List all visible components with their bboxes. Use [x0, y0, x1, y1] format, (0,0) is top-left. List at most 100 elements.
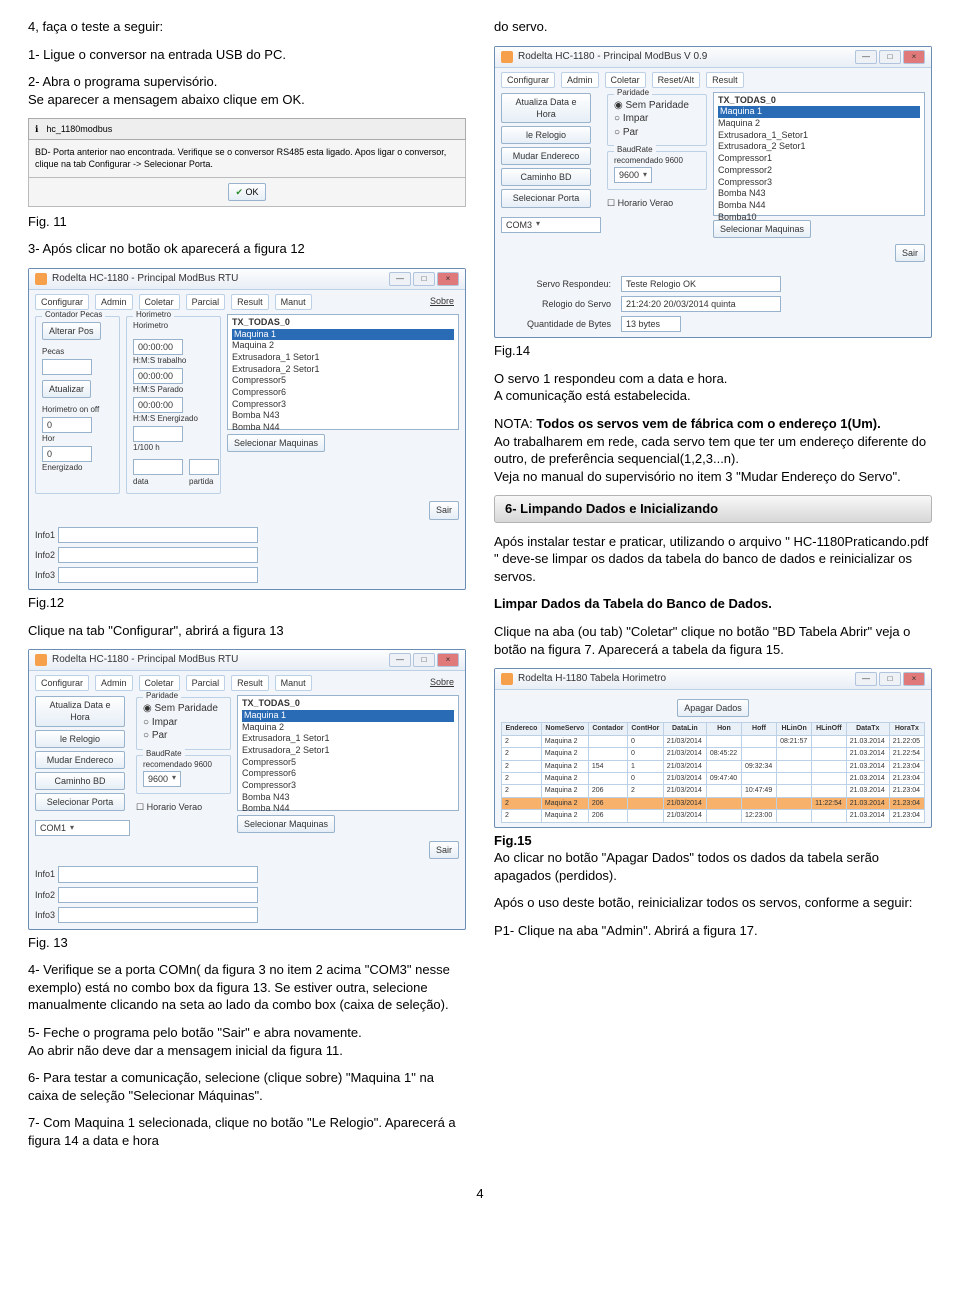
radio-par[interactable]: Par: [614, 126, 700, 140]
tab[interactable]: Admin: [95, 294, 133, 310]
radio-par[interactable]: Par: [143, 729, 224, 743]
table-row[interactable]: 2Maquina 220621/03/201411:22:5421.03.201…: [502, 797, 925, 809]
atualiza-data-button[interactable]: Atualiza Data e Hora: [501, 93, 591, 123]
tab[interactable]: Result: [231, 294, 269, 310]
maximize-icon[interactable]: □: [879, 672, 901, 686]
list-item[interactable]: Compressor3: [718, 177, 920, 189]
tab[interactable]: Coletar: [139, 675, 180, 691]
maximize-icon[interactable]: □: [413, 272, 435, 286]
tab[interactable]: Configurar: [501, 72, 555, 88]
com-dropdown[interactable]: COM1: [35, 820, 130, 836]
tab[interactable]: Result: [706, 72, 744, 88]
list-item[interactable]: Extrusadora_1_Setor1: [718, 130, 920, 142]
radio-impar[interactable]: Impar: [614, 112, 700, 126]
sair-button[interactable]: Sair: [429, 501, 459, 519]
machine-list[interactable]: TX_TODAS_0 Maquina 1 Maquina 2 Extrusado…: [237, 695, 459, 811]
com-dropdown[interactable]: COM3: [501, 217, 601, 233]
selecionar-porta-button[interactable]: Selecionar Porta: [35, 793, 125, 811]
close-icon[interactable]: ×: [903, 672, 925, 686]
list-item[interactable]: Extrusadora_2 Setor1: [718, 141, 920, 153]
list-item[interactable]: Compressor6: [232, 387, 454, 399]
list-item[interactable]: Bomba N44: [232, 422, 454, 434]
list-item[interactable]: Compressor3: [242, 780, 454, 792]
close-icon[interactable]: ×: [903, 50, 925, 64]
table-row[interactable]: 2Maquina 2206221/03/201410:47:4921.03.20…: [502, 785, 925, 797]
list-item[interactable]: Maquina 1: [718, 106, 920, 118]
list-item[interactable]: Maquina 2: [232, 340, 454, 352]
baud-dropdown[interactable]: 9600: [143, 771, 181, 787]
list-item[interactable]: Compressor5: [232, 375, 454, 387]
le-relogio-button[interactable]: le Relogio: [35, 730, 125, 748]
baud-dropdown[interactable]: 9600: [614, 167, 652, 183]
selecionar-maquinas-button[interactable]: Selecionar Maquinas: [227, 434, 325, 452]
apagar-dados-button[interactable]: Apagar Dados: [677, 699, 749, 717]
selecionar-porta-button[interactable]: Selecionar Porta: [501, 189, 591, 207]
tab[interactable]: Coletar: [139, 294, 180, 310]
maximize-icon[interactable]: □: [879, 50, 901, 64]
table-row[interactable]: 2Maquina 2021/03/201409:47:4021.03.20142…: [502, 772, 925, 784]
table-row[interactable]: 2Maquina 2154121/03/201409:32:3421.03.20…: [502, 760, 925, 772]
list-item[interactable]: Bomba N44: [242, 803, 454, 815]
tab[interactable]: Result: [231, 675, 269, 691]
list-item[interactable]: Compressor6: [242, 768, 454, 780]
selecionar-maquinas-button[interactable]: Selecionar Maquinas: [713, 220, 811, 238]
table-row[interactable]: 2Maquina 2021/03/201408:45:2221.03.20142…: [502, 748, 925, 760]
mudar-endereco-button[interactable]: Mudar Endereco: [35, 751, 125, 769]
mudar-endereco-button[interactable]: Mudar Endereco: [501, 147, 591, 165]
sair-button[interactable]: Sair: [429, 841, 459, 859]
tab[interactable]: Coletar: [605, 72, 646, 88]
ok-button[interactable]: ✔ OK: [228, 183, 265, 201]
le-relogio-button[interactable]: le Relogio: [501, 126, 591, 144]
minimize-icon[interactable]: —: [855, 50, 877, 64]
list-item[interactable]: Compressor1: [718, 153, 920, 165]
list-item[interactable]: Maquina 1: [242, 710, 454, 722]
tab[interactable]: Manut: [275, 294, 312, 310]
verao-checkbox[interactable]: Horario Verao: [136, 801, 231, 813]
minimize-icon[interactable]: —: [389, 272, 411, 286]
machine-list[interactable]: TX_TODAS_0 Maquina 1 Maquina 2 Extrusado…: [227, 314, 459, 430]
minimize-icon[interactable]: —: [855, 672, 877, 686]
list-item[interactable]: Extrusadora_2 Setor1: [242, 745, 454, 757]
list-item[interactable]: Maquina 2: [718, 118, 920, 130]
list-item[interactable]: Maquina 1: [232, 329, 454, 341]
minimize-icon[interactable]: —: [389, 653, 411, 667]
atualiza-data-button[interactable]: Atualiza Data e Hora: [35, 696, 125, 726]
list-item[interactable]: Maquina 2: [242, 722, 454, 734]
tab[interactable]: Reset/Alt: [652, 72, 701, 88]
about-link[interactable]: Sobre: [425, 675, 459, 691]
about-link[interactable]: Sobre: [425, 294, 459, 310]
tab[interactable]: Parcial: [186, 675, 226, 691]
tab[interactable]: Admin: [95, 675, 133, 691]
radio-impar[interactable]: Impar: [143, 716, 224, 730]
list-item[interactable]: Bomba N44: [718, 200, 920, 212]
radio-sem-paridade[interactable]: Sem Paridade: [614, 99, 700, 113]
maximize-icon[interactable]: □: [413, 653, 435, 667]
close-icon[interactable]: ×: [437, 653, 459, 667]
tab[interactable]: Configurar: [35, 675, 89, 691]
list-item[interactable]: Extrusadora_1 Setor1: [242, 733, 454, 745]
verao-checkbox[interactable]: Horario Verao: [607, 197, 707, 209]
sair-button[interactable]: Sair: [895, 244, 925, 262]
list-item[interactable]: Extrusadora_2 Setor1: [232, 364, 454, 376]
list-item[interactable]: Bomba N43: [232, 410, 454, 422]
list-item[interactable]: Compressor2: [718, 165, 920, 177]
close-icon[interactable]: ×: [437, 272, 459, 286]
list-item[interactable]: Extrusadora_1 Setor1: [232, 352, 454, 364]
table-row[interactable]: 2Maquina 220621/03/201412:23:0021.03.201…: [502, 810, 925, 822]
atualizar-button[interactable]: Atualizar: [42, 380, 91, 398]
machine-list[interactable]: TX_TODAS_0 Maquina 1 Maquina 2 Extrusado…: [713, 92, 925, 216]
selecionar-maquinas-button[interactable]: Selecionar Maquinas: [237, 815, 335, 833]
table-row[interactable]: 2Maquina 2021/03/201408:21:5721.03.20142…: [502, 735, 925, 747]
alter-pos-button[interactable]: Alterar Pos: [42, 322, 101, 340]
list-item[interactable]: Compressor3: [232, 399, 454, 411]
list-item[interactable]: Bomba N43: [718, 188, 920, 200]
caminho-bd-button[interactable]: Caminho BD: [35, 772, 125, 790]
tab[interactable]: Configurar: [35, 294, 89, 310]
tab[interactable]: Admin: [561, 72, 599, 88]
tab[interactable]: Parcial: [186, 294, 226, 310]
radio-sem-paridade[interactable]: Sem Paridade: [143, 702, 224, 716]
list-item[interactable]: Bomba N43: [242, 792, 454, 804]
tab[interactable]: Manut: [275, 675, 312, 691]
caminho-bd-button[interactable]: Caminho BD: [501, 168, 591, 186]
list-item[interactable]: Compressor5: [242, 757, 454, 769]
